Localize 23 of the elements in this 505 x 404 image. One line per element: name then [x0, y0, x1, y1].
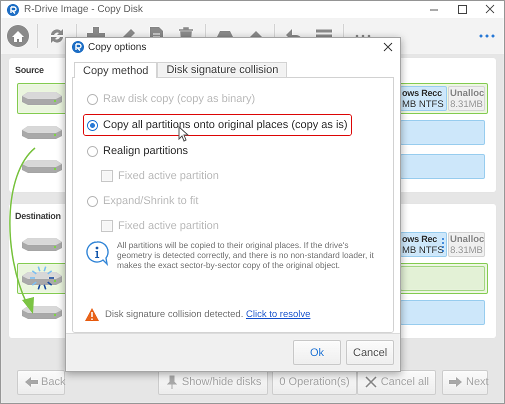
section-label: Source [15, 65, 44, 77]
warning-text: Disk signature collision detected. Click to resolve [105, 309, 310, 320]
dialog-title: Copy options [88, 42, 148, 53]
partition-block[interactable]: ows Rec MB NTFS [400, 232, 447, 257]
option-label: Raw disk copy (copy as binary) [103, 93, 256, 106]
option-label: Fixed active partition [118, 170, 219, 182]
dialog-button[interactable]: Ok [293, 340, 341, 366]
tab[interactable]: Copy method [74, 62, 158, 78]
option-label: Copy all partitions onto original places (copy as is) [103, 119, 348, 132]
radio-option[interactable]: Realign partitions [83, 140, 192, 162]
section-label: Destination [15, 211, 61, 223]
partition-block[interactable]: ows Recc MB NTFS [400, 86, 447, 111]
unallocated-block[interactable]: Unalloc 8.31MB [448, 232, 485, 257]
tab[interactable]: Disk signature collision [157, 62, 288, 78]
window-title: R-Drive Image - Copy Disk [24, 4, 144, 15]
unallocated-block[interactable]: Unalloc 8.31MB [448, 86, 485, 111]
info-text: All partitions will be copied to their original places. If the drive's geometry is detected correctly, and there is no non-standard loader, it makes the exact sector-by-sector copy of the original object. [117, 240, 375, 270]
option-label: Realign partitions [103, 145, 188, 158]
resolve-link[interactable]: Click to resolve [246, 309, 310, 320]
option-label: Expand/Shrink to fit [103, 195, 198, 208]
option-label: Fixed active partition [118, 220, 219, 232]
radio-option[interactable]: Copy all partitions onto original places (copy as is) [83, 114, 352, 136]
dialog-button[interactable]: Cancel [346, 340, 394, 366]
